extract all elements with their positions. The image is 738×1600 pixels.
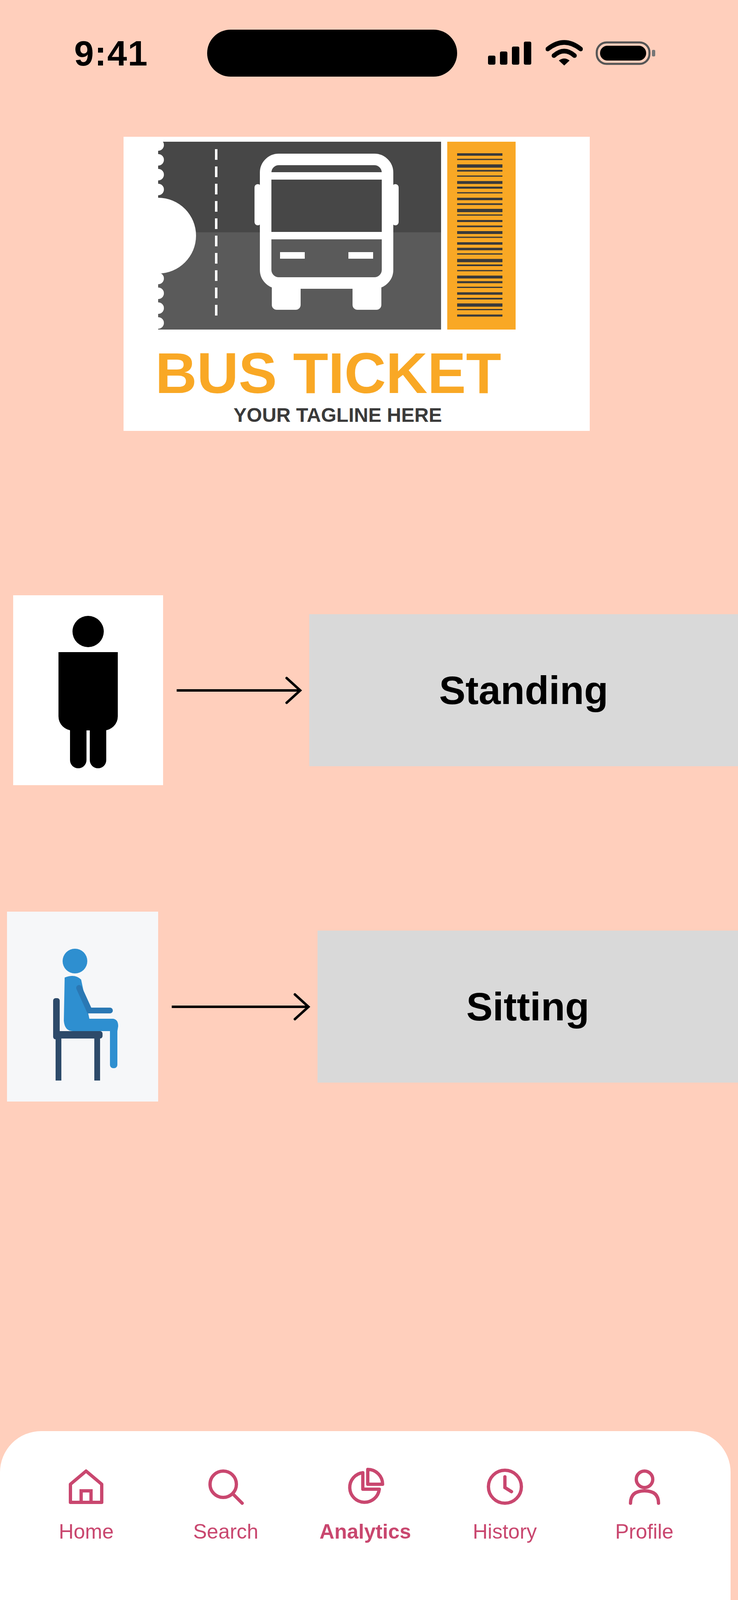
home-icon — [65, 1465, 107, 1507]
clock-time: 9:41 — [74, 32, 208, 74]
logo-tagline: YOUR TAGLINE HERE — [233, 404, 442, 426]
profile-icon — [623, 1465, 666, 1507]
standing-person-icon — [13, 595, 164, 785]
arrow-icon — [163, 673, 310, 707]
status-icons — [488, 39, 657, 67]
signal-icon — [488, 40, 534, 66]
bus-ticket-logo: BUS TICKETYOUR TAGLINE HERE — [123, 136, 590, 431]
nav-item[interactable]: Search — [163, 1430, 288, 1600]
bottom-nav: Home Search Analytics History Profile — [0, 1430, 731, 1600]
nav-label: Profile — [615, 1519, 674, 1544]
search-icon — [205, 1465, 247, 1507]
battery-icon — [595, 39, 657, 67]
spacer — [0, 1101, 738, 1431]
option-button[interactable]: Standing — [309, 614, 738, 767]
sitting-person-icon — [7, 911, 159, 1102]
nav-item[interactable]: Analytics — [303, 1430, 428, 1600]
nav-item[interactable]: Profile — [582, 1430, 707, 1600]
wifi-icon — [545, 39, 583, 67]
nav-label: Home — [58, 1519, 114, 1544]
dynamic-island — [207, 29, 458, 77]
status-bar: 9:41 — [0, 0, 738, 107]
sitting-icon-box — [7, 911, 159, 1102]
bus-ticket-icon: BUS TICKETYOUR TAGLINE HERE — [123, 136, 590, 431]
pie-chart-icon — [344, 1465, 386, 1507]
nav-label: Search — [193, 1519, 259, 1544]
standing-icon-box — [13, 595, 164, 785]
option-button[interactable]: Sitting — [317, 930, 738, 1083]
option-row[interactable]: Sitting — [0, 911, 738, 1102]
option-row[interactable]: Standing — [0, 595, 738, 785]
arrow-icon — [158, 990, 318, 1023]
nav-label: Analytics — [319, 1519, 412, 1544]
clock-icon — [484, 1465, 526, 1507]
logo-title: BUS TICKET — [155, 340, 502, 406]
nav-item[interactable]: History — [443, 1430, 567, 1600]
nav-label: History — [472, 1519, 538, 1544]
nav-item[interactable]: Home — [24, 1430, 148, 1600]
